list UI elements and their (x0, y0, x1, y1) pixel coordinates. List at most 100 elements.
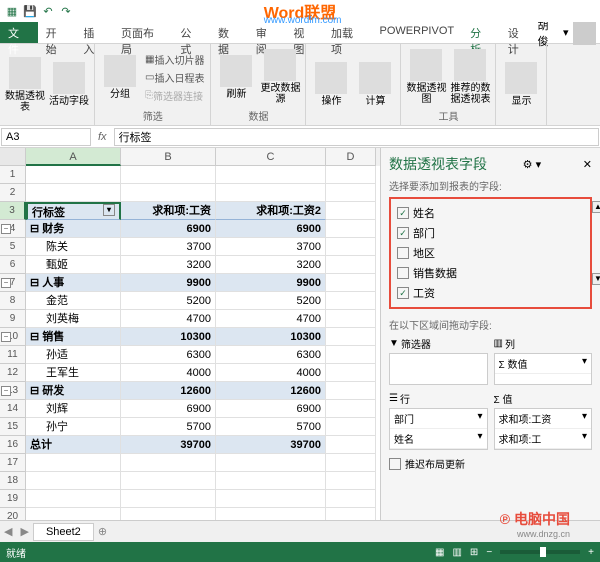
save-icon[interactable]: 💾 (23, 4, 37, 18)
row-header[interactable]: −7 (0, 274, 26, 292)
cell[interactable] (216, 472, 326, 490)
pivot-value[interactable]: 5200 (216, 292, 326, 310)
zoom-in-icon[interactable]: + (588, 547, 594, 558)
tab-formulas[interactable]: 公式 (172, 22, 210, 43)
area-vals[interactable]: 求和项:工资▾ 求和项:工▾ (494, 408, 593, 450)
row-header[interactable]: 8 (0, 292, 26, 310)
tab-analyze[interactable]: 分析 (462, 22, 500, 43)
col-header-d[interactable]: D (326, 148, 376, 166)
pivot-value[interactable]: 12600 (121, 382, 216, 400)
row-header[interactable]: 9 (0, 310, 26, 328)
field-checkbox[interactable]: ✓ (397, 207, 409, 219)
tab-layout[interactable]: 页面布局 (113, 22, 172, 43)
pivot-row-label[interactable]: ⊟ 研发 (26, 382, 121, 400)
field-checkbox[interactable] (397, 267, 409, 279)
row-header[interactable]: 19 (0, 490, 26, 508)
cell[interactable] (326, 364, 376, 382)
field-checkbox[interactable] (397, 247, 409, 259)
pivot-value[interactable]: 6300 (121, 346, 216, 364)
cell[interactable] (121, 490, 216, 508)
undo-icon[interactable]: ↶ (41, 4, 55, 18)
pivot-value[interactable]: 6900 (121, 220, 216, 238)
pivot-value[interactable]: 3200 (121, 256, 216, 274)
group-button[interactable]: 分组 (99, 47, 141, 107)
pivot-value[interactable]: 3200 (216, 256, 326, 274)
cell[interactable] (326, 310, 376, 328)
cell[interactable] (326, 436, 376, 454)
row-header[interactable]: 14 (0, 400, 26, 418)
cell[interactable] (326, 274, 376, 292)
pivot-value[interactable]: 3700 (121, 238, 216, 256)
cell[interactable] (326, 184, 376, 202)
cell[interactable] (326, 202, 376, 220)
row-header[interactable]: 16 (0, 436, 26, 454)
row-header[interactable]: 5 (0, 238, 26, 256)
col-header-c[interactable]: C (216, 148, 326, 166)
row-header[interactable]: 18 (0, 472, 26, 490)
col-header-a[interactable]: A (26, 148, 121, 166)
cell[interactable] (326, 454, 376, 472)
pivot-value[interactable]: 9900 (121, 274, 216, 292)
pivot-value-header[interactable]: 求和项:工资2 (216, 202, 326, 220)
cell[interactable] (121, 166, 216, 184)
row-header[interactable]: 17 (0, 454, 26, 472)
change-datasource-button[interactable]: 更改数据源 (259, 47, 301, 107)
activefield-button[interactable]: 活动字段 (48, 55, 90, 115)
tab-file[interactable]: 文件 (0, 22, 38, 43)
tab-design[interactable]: 设计 (500, 22, 538, 43)
area-item[interactable]: 求和项:工▾ (495, 429, 592, 449)
pivot-value[interactable]: 5200 (121, 292, 216, 310)
field-item[interactable]: 地区 (395, 243, 586, 263)
field-item[interactable]: 销售数据 (395, 263, 586, 283)
row-header[interactable]: −13 (0, 382, 26, 400)
cell[interactable] (26, 454, 121, 472)
pivottable-button[interactable]: 数据透视表 (4, 55, 46, 115)
tab-powerpivot[interactable]: POWERPIVOT (372, 22, 463, 43)
name-box[interactable] (1, 128, 91, 146)
cell[interactable] (121, 184, 216, 202)
row-header[interactable]: 6 (0, 256, 26, 274)
pivot-value[interactable]: 6900 (216, 400, 326, 418)
pivot-row-label[interactable]: 甄姬 (26, 256, 121, 274)
formula-bar[interactable] (114, 128, 599, 146)
pivot-row-label[interactable]: 金范 (26, 292, 121, 310)
collapse-icon[interactable]: − (1, 224, 11, 234)
pivot-value[interactable]: 6300 (216, 346, 326, 364)
tab-data[interactable]: 数据 (210, 22, 248, 43)
area-filter[interactable] (389, 353, 488, 385)
cell[interactable] (26, 508, 121, 520)
cell[interactable] (326, 382, 376, 400)
field-pane-gear-icon[interactable]: ⚙ ▾ (523, 158, 541, 171)
pivot-row-label[interactable]: 王军生 (26, 364, 121, 382)
sheet-tab-active[interactable]: Sheet2 (33, 523, 94, 541)
cell[interactable] (326, 238, 376, 256)
row-header[interactable]: 2 (0, 184, 26, 202)
row-header[interactable]: 12 (0, 364, 26, 382)
row-header[interactable]: 1 (0, 166, 26, 184)
actions-button[interactable]: 操作 (310, 55, 352, 115)
cell[interactable] (326, 256, 376, 274)
cell[interactable] (216, 454, 326, 472)
cell[interactable] (121, 472, 216, 490)
row-header[interactable]: 20 (0, 508, 26, 520)
view-normal-icon[interactable]: ▦ (435, 547, 444, 558)
cell[interactable] (326, 400, 376, 418)
cell[interactable] (26, 490, 121, 508)
view-layout-icon[interactable]: ▥ (452, 547, 461, 558)
area-rows[interactable]: 部门▾ 姓名▾ (389, 408, 488, 450)
field-scroll-down-icon[interactable]: ▼ (592, 273, 600, 285)
cell[interactable] (326, 328, 376, 346)
row-header[interactable]: 3 (0, 202, 26, 220)
cell[interactable] (121, 508, 216, 520)
cell[interactable] (26, 184, 121, 202)
recommended-pt-button[interactable]: 推荐的数据透视表 (449, 47, 491, 107)
pivot-value[interactable]: 6900 (121, 400, 216, 418)
pivot-value[interactable]: 5700 (216, 418, 326, 436)
pivot-value[interactable]: 5700 (121, 418, 216, 436)
cell[interactable] (326, 490, 376, 508)
tab-insert[interactable]: 插入 (75, 22, 113, 43)
col-header-b[interactable]: B (121, 148, 216, 166)
field-item[interactable]: ✓工资 (395, 283, 586, 303)
area-item[interactable]: Σ 数值▾ (495, 354, 592, 374)
cell[interactable] (326, 166, 376, 184)
